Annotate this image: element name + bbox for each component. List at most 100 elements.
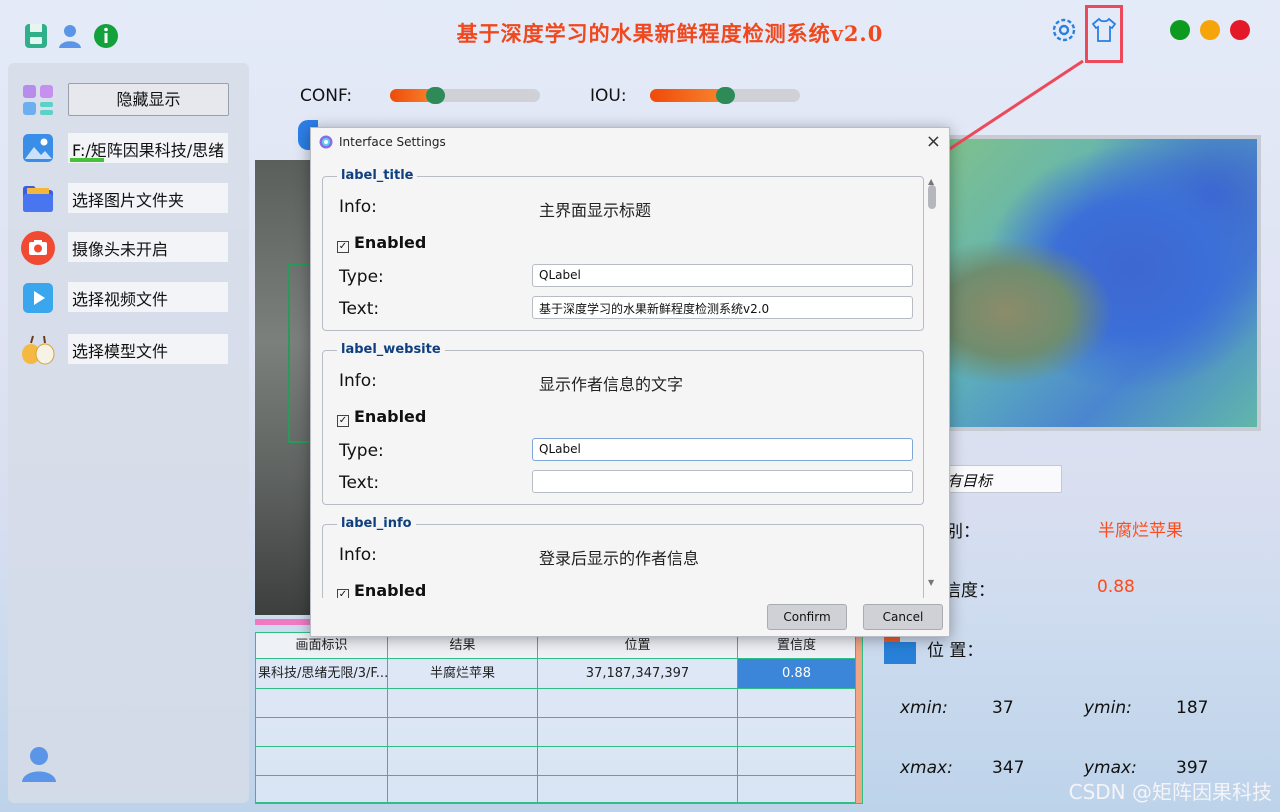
menu-grid-icon[interactable] [22,84,54,116]
confirm-button[interactable]: Confirm [767,604,847,630]
xmin-label: xmin: [900,698,948,718]
camera-icon [21,231,55,265]
check-icon: ✓ [337,241,349,253]
camera-button[interactable]: 摄像头未开启 [68,232,228,262]
class-label: 别： [946,522,980,542]
table-empty-cell[interactable] [538,776,738,803]
info-value: 登录后显示的作者信息 [539,549,700,568]
video-icon [23,283,53,313]
iou-slider-fill [650,89,725,102]
position-label: 位 置： [927,641,984,661]
text-label: Text: [339,473,380,493]
text-input[interactable]: 基于深度学习的水果新鲜程度检测系统v2.0 [532,296,913,319]
check-icon: ✓ [337,589,349,598]
text-input[interactable] [532,470,913,493]
conf-slider[interactable] [390,89,540,102]
table-empty-cell[interactable] [388,747,538,776]
group-label-website: label_website Info: 显示作者信息的文字 ✓ Enabled T… [322,342,924,505]
iou-label: IOU: [590,86,627,106]
enabled-label: Enabled [354,233,427,252]
user-icon[interactable] [56,22,84,50]
table-row-cell-frame[interactable]: 果科技/思绪无限/3/F... [256,659,388,689]
xmin-value: 37 [992,698,1014,718]
group-title: label_title [337,168,418,183]
enabled-checkbox[interactable]: ✓ Enabled [337,407,426,427]
select-video-button[interactable]: 选择视频文件 [68,282,228,312]
enabled-label: Enabled [354,407,427,426]
save-icon[interactable] [22,22,50,50]
shirt-highlight-box [1085,5,1123,63]
close-button[interactable] [1230,20,1250,40]
select-image-folder-button[interactable]: 选择图片文件夹 [68,183,228,213]
info-value: 显示作者信息的文字 [539,375,684,394]
select-model-button[interactable]: 选择模型文件 [68,334,228,364]
source-image [255,160,312,615]
table-empty-cell[interactable] [538,747,738,776]
table-empty-cell[interactable] [256,718,388,747]
minimize-button[interactable] [1200,20,1220,40]
table-row-cell-result[interactable]: 半腐烂苹果 [388,659,538,689]
type-input[interactable]: QLabel [532,438,913,461]
ymin-label: ymin: [1084,698,1132,718]
xmax-value: 347 [992,758,1025,778]
ymax-label: ymax: [1084,758,1137,778]
watermark: CSDN @矩阵因果科技 [1068,780,1272,804]
results-table[interactable]: 画面标识 结果 位置 置信度 果科技/思绪无限/3/F... 半腐烂苹果 37,… [255,632,863,804]
table-row-cell-confidence[interactable]: 0.88 [738,659,856,689]
sidebar [8,63,249,803]
hide-show-button[interactable]: 隐藏显示 [68,83,229,116]
table-empty-cell[interactable] [738,776,856,803]
confidence-value: 0.88 [1097,577,1135,597]
scrollbar-thumb[interactable] [928,185,936,209]
enabled-checkbox[interactable]: ✓ Enabled [337,233,426,253]
table-empty-cell[interactable] [538,689,738,718]
table-empty-cell[interactable] [538,718,738,747]
group-label-info: label_info Info: 登录后显示的作者信息 ✓ Enabled [322,516,924,598]
settings-gear-icon[interactable] [1050,16,1078,44]
image-icon [23,134,53,162]
conf-slider-handle[interactable] [426,87,445,104]
ymax-value: 397 [1176,758,1209,778]
info-label: Info: [339,197,377,217]
table-empty-cell[interactable] [388,689,538,718]
table-row-cell-position[interactable]: 37,187,347,397 [538,659,738,689]
cancel-button[interactable]: Cancel [863,604,943,630]
table-empty-cell[interactable] [388,718,538,747]
folder-icon [23,186,53,212]
dialog-close-button[interactable]: × [926,131,941,152]
fruit-icon [22,335,55,365]
scroll-down-icon[interactable]: ▼ [928,578,934,587]
iou-slider-handle[interactable] [716,87,735,104]
interface-settings-dialog: Interface Settings × label_title Info: 主… [310,127,950,637]
maximize-button[interactable] [1170,20,1190,40]
target-select[interactable]: 有目标 [940,465,1062,493]
group-title: label_info [337,516,416,531]
table-empty-cell[interactable] [256,747,388,776]
table-empty-cell[interactable] [738,747,856,776]
dialog-app-icon [319,135,333,149]
table-empty-cell[interactable] [256,776,388,803]
ymin-value: 187 [1176,698,1209,718]
enabled-checkbox[interactable]: ✓ Enabled [337,581,426,598]
dialog-scroll-area[interactable]: label_title Info: 主界面显示标题 ✓ Enabled Type:… [311,158,951,598]
type-input[interactable]: QLabel [532,264,913,287]
info-value: 主界面显示标题 [539,201,652,220]
user-avatar-icon[interactable] [20,744,58,784]
app-title: 基于深度学习的水果新鲜程度检测系统v2.0 [456,21,884,46]
table-empty-cell[interactable] [256,689,388,718]
position-icon [884,636,916,664]
group-label-title: label_title Info: 主界面显示标题 ✓ Enabled Type:… [322,168,924,331]
dialog-title: Interface Settings [339,135,446,149]
dialog-scrollbar[interactable]: ▲ ▼ [926,177,938,593]
info-label: Info: [339,371,377,391]
info-icon[interactable] [92,22,120,50]
xmax-label: xmax: [900,758,953,778]
table-empty-cell[interactable] [388,776,538,803]
table-scrollbar[interactable] [856,633,862,803]
check-icon: ✓ [337,415,349,427]
table-empty-cell[interactable] [738,689,856,718]
table-empty-cell[interactable] [738,718,856,747]
load-progress [70,158,104,162]
group-title: label_website [337,342,445,357]
detection-box [288,263,312,443]
